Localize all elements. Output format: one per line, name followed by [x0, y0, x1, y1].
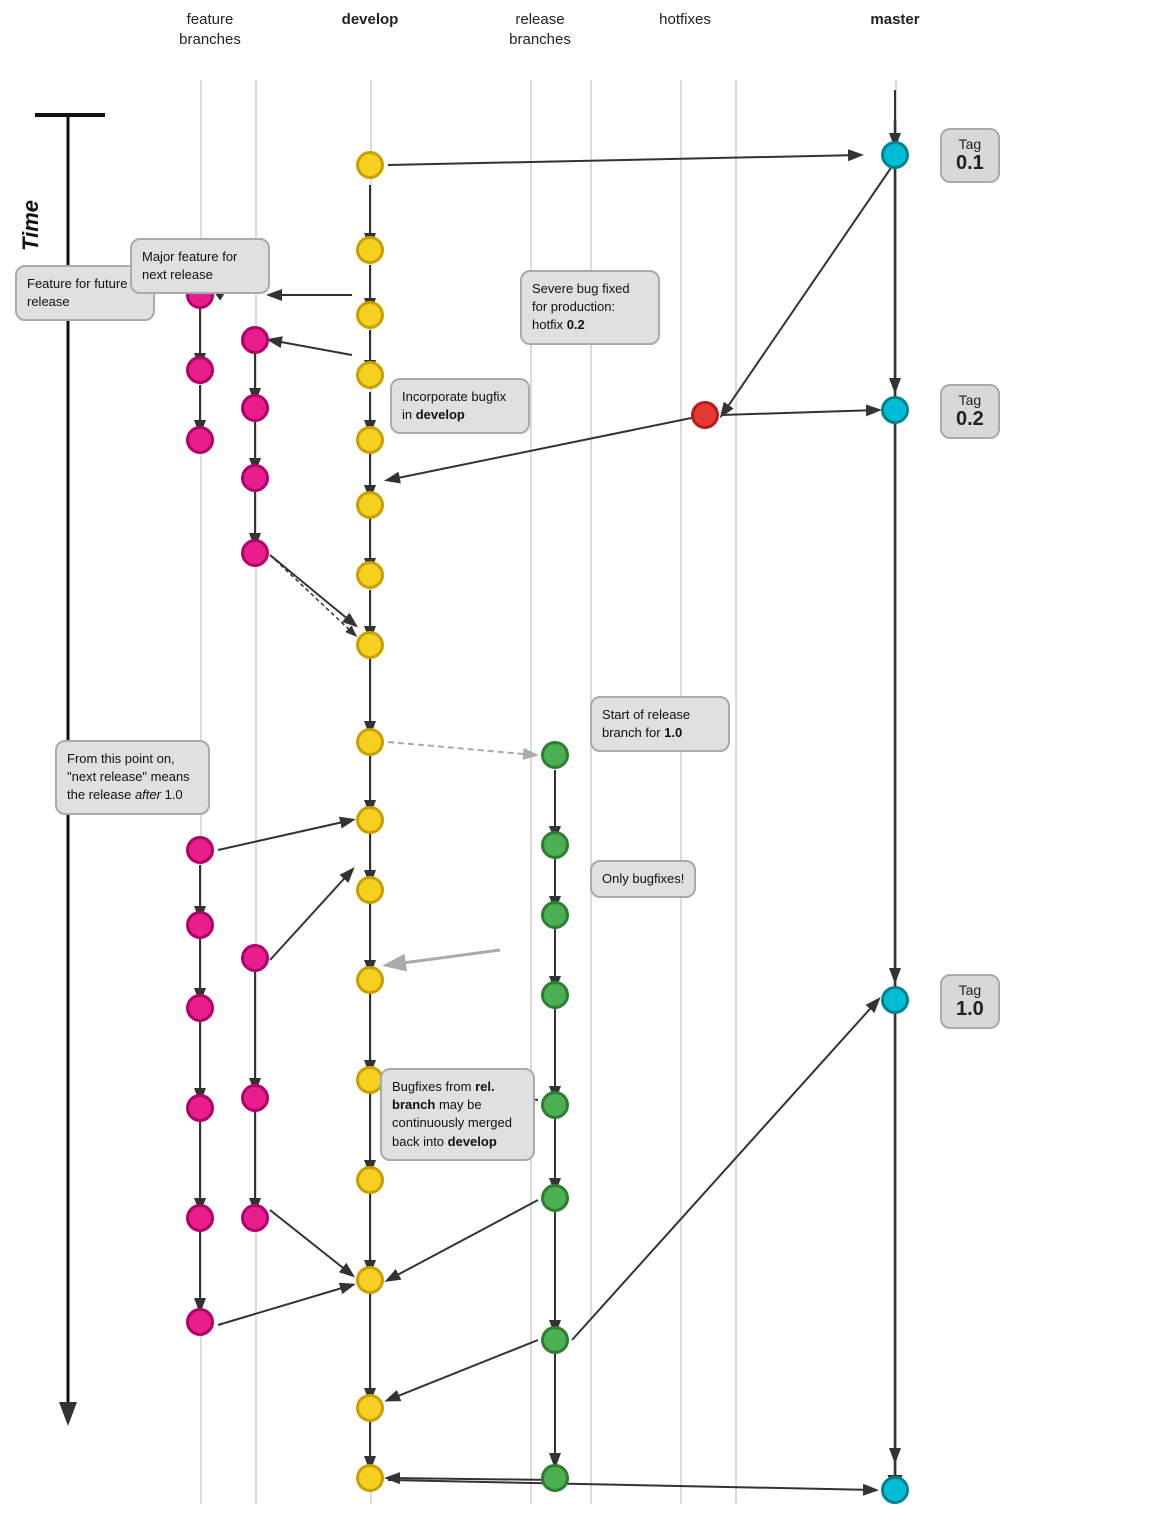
release-node-4: [541, 981, 569, 1009]
feature2-node-5: [241, 944, 269, 972]
tag-value-01: 0.1: [956, 152, 984, 175]
develop-node-7: [356, 561, 384, 589]
callout-major-feature: Major feature for next release: [130, 238, 270, 294]
header-release-branches: releasebranches: [480, 10, 600, 49]
feature1-node-7: [186, 1094, 214, 1122]
develop-node-3: [356, 301, 384, 329]
release-node-8: [541, 1464, 569, 1492]
callout-next-release: From this point on, "next release" means…: [55, 740, 210, 815]
tag-value-02: 0.2: [956, 408, 984, 431]
feature1-node-5: [186, 911, 214, 939]
tag-label-01: Tag: [959, 136, 982, 152]
tag-box-10: Tag 1.0: [940, 974, 1000, 1029]
feature1-node-8: [186, 1204, 214, 1232]
callout-bugfixes-merged: Bugfixes from rel. branch may be continu…: [380, 1068, 535, 1161]
tag-value-10: 1.0: [956, 998, 984, 1021]
header-hotfixes: hotfixes: [640, 10, 730, 30]
diagram-container: feature branches develop releasebranches…: [0, 0, 1150, 1524]
develop-node-2: [356, 236, 384, 264]
release-node-7: [541, 1326, 569, 1354]
feature1-node-2: [186, 356, 214, 384]
header-master: master: [855, 10, 935, 30]
develop-node-8: [356, 631, 384, 659]
feature1-node-4: [186, 836, 214, 864]
header-develop: develop: [330, 10, 410, 30]
release-node-3: [541, 901, 569, 929]
callout-major-feature-text: Major feature for next release: [142, 249, 237, 282]
develop-node-16: [356, 1394, 384, 1422]
master-node-2: [881, 396, 909, 424]
feature2-node-1: [241, 326, 269, 354]
callout-start-release-text: Start of release branch for 1.0: [602, 707, 690, 740]
develop-node-1: [356, 151, 384, 179]
develop-node-5: [356, 426, 384, 454]
release-node-6: [541, 1184, 569, 1212]
develop-node-9: [356, 728, 384, 756]
callout-incorporate-text: Incorporate bugfix in develop: [402, 389, 506, 422]
callout-severe-bug-text: Severe bug fixed for production: hotfix …: [532, 281, 630, 332]
lane-hotfix2: [735, 80, 737, 1504]
develop-node-4: [356, 361, 384, 389]
tag-label-02: Tag: [959, 392, 982, 408]
feature1-node-9: [186, 1308, 214, 1336]
time-label: Time: [18, 200, 44, 251]
header-feature-branches: feature branches: [155, 10, 265, 49]
tag-box-01: Tag 0.1: [940, 128, 1000, 183]
callout-severe-bug: Severe bug fixed for production: hotfix …: [520, 270, 660, 345]
lane-master: [895, 80, 897, 1504]
callout-next-release-text: From this point on, "next release" means…: [67, 751, 190, 802]
callout-incorporate-bugfix: Incorporate bugfix in develop: [390, 378, 530, 434]
develop-node-12: [356, 966, 384, 994]
feature2-node-6: [241, 1084, 269, 1112]
callout-feature-future-text: Feature for future release: [27, 276, 127, 309]
feature2-node-4: [241, 539, 269, 567]
feature2-node-2: [241, 394, 269, 422]
tag-label-10: Tag: [959, 982, 982, 998]
lane-hotfix: [680, 80, 682, 1504]
feature1-node-3: [186, 426, 214, 454]
tag-box-02: Tag 0.2: [940, 384, 1000, 439]
master-node-3: [881, 986, 909, 1014]
feature2-node-3: [241, 464, 269, 492]
callout-start-release: Start of release branch for 1.0: [590, 696, 730, 752]
hotfix-node-1: [691, 401, 719, 429]
callout-only-bugfixes-text: Only bugfixes!: [602, 871, 684, 886]
callout-only-bugfixes: Only bugfixes!: [590, 860, 696, 898]
develop-node-14: [356, 1166, 384, 1194]
callout-bugfixes-merged-text: Bugfixes from rel. branch may be continu…: [392, 1079, 512, 1149]
master-node-1: [881, 141, 909, 169]
release-node-1: [541, 741, 569, 769]
feature2-node-7: [241, 1204, 269, 1232]
develop-node-10: [356, 806, 384, 834]
develop-node-6: [356, 491, 384, 519]
master-node-4: [881, 1476, 909, 1504]
develop-node-17: [356, 1464, 384, 1492]
release-node-2: [541, 831, 569, 859]
feature1-node-6: [186, 994, 214, 1022]
develop-node-11: [356, 876, 384, 904]
develop-node-15: [356, 1266, 384, 1294]
release-node-5: [541, 1091, 569, 1119]
